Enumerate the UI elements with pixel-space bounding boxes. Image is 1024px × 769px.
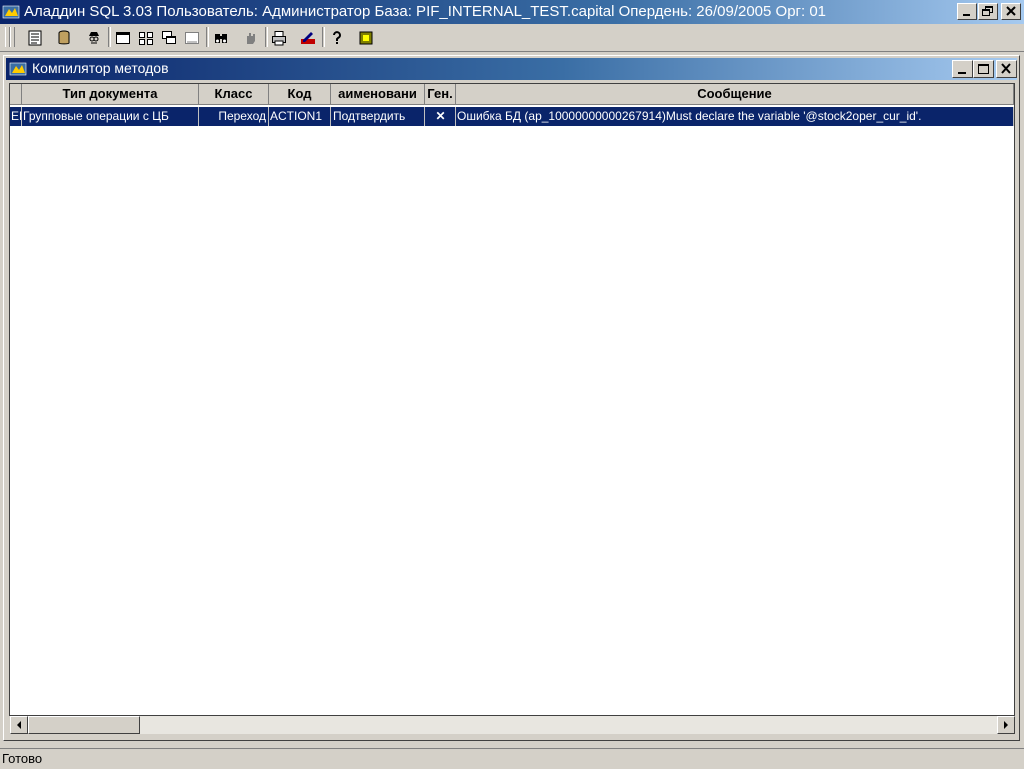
window-disabled-icon xyxy=(185,32,199,44)
child-close-button[interactable] xyxy=(996,60,1017,78)
restore-button[interactable] xyxy=(978,3,998,20)
column-header-message[interactable]: Сообщение xyxy=(456,84,1014,105)
minimize-icon xyxy=(963,14,970,16)
document-button[interactable] xyxy=(24,27,46,48)
hand-icon xyxy=(247,33,255,44)
window-icon xyxy=(116,32,130,44)
database-icon xyxy=(58,30,70,45)
document-icon xyxy=(28,30,42,46)
print-button[interactable] xyxy=(268,27,290,48)
table-row[interactable]: ЕМ Групповые операции с ЦБ Переход ACTIO… xyxy=(10,107,1014,126)
minimize-icon xyxy=(958,72,966,74)
toolbar xyxy=(0,24,1024,52)
find-button[interactable] xyxy=(210,27,232,48)
column-header-gen[interactable]: Ген. xyxy=(425,84,456,105)
maximize-icon xyxy=(978,64,989,74)
arrow-right-icon xyxy=(1004,721,1008,729)
arrange-button[interactable] xyxy=(181,27,203,48)
cell-code[interactable]: ACTION1 xyxy=(269,107,331,126)
cascade-button[interactable] xyxy=(158,27,180,48)
toolbar-separator xyxy=(206,27,209,47)
window-app-icon xyxy=(9,62,27,76)
child-window-title: Компилятор методов xyxy=(32,60,169,76)
help-button[interactable] xyxy=(326,27,348,48)
book-icon xyxy=(359,31,373,45)
horizontal-scrollbar[interactable] xyxy=(10,716,1015,734)
cell-name[interactable]: Подтвердить xyxy=(331,107,425,126)
column-header-doc-type[interactable]: Тип документа xyxy=(22,84,199,105)
row-marker: ЕМ xyxy=(10,107,22,126)
app-titlebar[interactable]: Аладдин SQL 3.03 Пользователь: Администр… xyxy=(0,0,1024,24)
column-header-code[interactable]: Код xyxy=(269,84,331,105)
about-button[interactable] xyxy=(355,27,377,48)
toolbar-separator xyxy=(322,27,325,47)
status-text: Готово xyxy=(2,751,43,766)
child-minimize-button[interactable] xyxy=(952,60,973,78)
toolbar-grip[interactable] xyxy=(10,27,15,47)
help-icon xyxy=(333,31,341,44)
scroll-left-button[interactable] xyxy=(10,716,28,734)
minimize-button[interactable] xyxy=(957,3,977,20)
scroll-right-button[interactable] xyxy=(997,716,1015,734)
methods-grid[interactable]: Тип документа Класс Код аименовани Ген. … xyxy=(9,83,1015,716)
column-header-name[interactable]: аименовани xyxy=(331,84,425,105)
app-icon xyxy=(2,5,20,19)
cell-gen-checkbox[interactable]: ✕ xyxy=(425,107,456,126)
new-window-button[interactable] xyxy=(112,27,134,48)
tile-button[interactable] xyxy=(135,27,157,48)
restore-icon xyxy=(982,6,993,16)
status-bar: Готово xyxy=(0,748,1024,769)
close-icon xyxy=(1006,6,1016,16)
close-icon xyxy=(1001,63,1011,74)
cascade-icon xyxy=(162,31,176,44)
tile-icon xyxy=(139,32,153,45)
spy-button[interactable] xyxy=(83,27,105,48)
stop-button[interactable] xyxy=(240,27,262,48)
child-maximize-button[interactable] xyxy=(973,60,994,78)
app-title: Аладдин SQL 3.03 Пользователь: Администр… xyxy=(24,3,827,20)
database-button[interactable] xyxy=(53,27,75,48)
close-button[interactable] xyxy=(1001,3,1021,20)
binoculars-icon xyxy=(215,34,227,43)
print-icon xyxy=(272,31,286,46)
spy-icon xyxy=(89,32,99,44)
cell-class[interactable]: Переход xyxy=(199,107,269,126)
child-titlebar[interactable]: Компилятор методов xyxy=(6,58,1017,80)
scroll-thumb[interactable] xyxy=(28,716,140,734)
pen-icon xyxy=(301,32,315,44)
cell-message[interactable]: Ошибка БД (ap_10000000000267914)Must dec… xyxy=(456,107,1014,126)
arrow-left-icon xyxy=(17,721,21,729)
column-header-class[interactable]: Класс xyxy=(199,84,269,105)
column-header-indicator[interactable] xyxy=(10,84,22,105)
toolbar-separator xyxy=(108,27,111,47)
cell-doc-type[interactable]: Групповые операции с ЦБ xyxy=(22,107,199,126)
edit-button[interactable] xyxy=(297,27,319,48)
